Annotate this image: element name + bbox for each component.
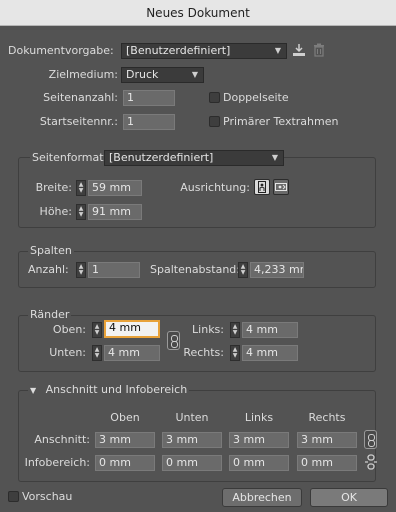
bleed-bottom-input[interactable]: 3 mm: [162, 432, 222, 448]
margin-top-stepper[interactable]: ▲ ▼: [92, 322, 102, 338]
start-page-input[interactable]: 1: [123, 114, 175, 130]
slug-right-input[interactable]: 0 mm: [297, 455, 357, 471]
margin-right-label: Rechts:: [183, 346, 224, 359]
portrait-icon: [258, 181, 266, 193]
trash-icon[interactable]: [313, 43, 325, 57]
bleed-right-input[interactable]: 3 mm: [297, 432, 357, 448]
pages-label: Seitenanzahl:: [43, 91, 118, 104]
margin-bottom-stepper[interactable]: ▲ ▼: [92, 345, 102, 361]
margin-right-input[interactable]: 4 mm: [242, 345, 298, 361]
save-preset-icon[interactable]: [292, 43, 306, 57]
bleed-left-input[interactable]: 3 mm: [229, 432, 289, 448]
slug-bottom-input[interactable]: 0 mm: [162, 455, 222, 471]
bleed-top-input[interactable]: 3 mm: [95, 432, 155, 448]
landscape-orientation-button[interactable]: [273, 179, 289, 195]
window-title: Neues Dokument: [0, 0, 396, 26]
height-stepper[interactable]: ▲ ▼: [76, 204, 86, 220]
margin-left-label: Links:: [192, 323, 224, 336]
margins-title: Ränder: [28, 308, 72, 322]
height-label: Höhe:: [39, 205, 72, 218]
column-count-stepper[interactable]: ▲ ▼: [76, 262, 86, 278]
bleed-col-bottom: Unten: [175, 411, 209, 424]
gutter-stepper[interactable]: ▲ ▼: [238, 262, 248, 278]
preset-label: Dokumentvorgabe:: [8, 44, 114, 57]
bleed-col-right: Rechts: [308, 411, 346, 424]
chevron-down-icon: ▼: [274, 46, 281, 55]
width-input[interactable]: 59 mm: [88, 180, 142, 196]
ok-button[interactable]: OK: [310, 488, 388, 507]
height-input[interactable]: 91 mm: [88, 204, 142, 220]
margin-top-input[interactable]: 4 mm: [104, 320, 160, 338]
intent-dropdown[interactable]: Druck ▼: [121, 67, 204, 83]
columns-title: Spalten: [28, 244, 74, 258]
bleed-slug-title: Anschnitt und Infobereich: [45, 383, 188, 396]
bleed-label: Anschnitt:: [34, 433, 90, 446]
page-size-dropdown[interactable]: [Benutzerdefiniert] ▼: [104, 150, 284, 166]
page-size-label: Seitenformat:: [30, 150, 110, 166]
bleed-col-top: Oben: [110, 411, 140, 424]
pages-input[interactable]: 1: [123, 90, 175, 106]
cancel-button[interactable]: Abbrechen: [222, 488, 302, 507]
intent-label: Zielmedium:: [48, 68, 118, 81]
margin-right-stepper[interactable]: ▲ ▼: [230, 345, 240, 361]
chevron-down-icon: ▼: [191, 70, 198, 79]
bleed-link-icon[interactable]: [364, 430, 377, 449]
dialog-body: Dokumentvorgabe: [Benutzerdefiniert] ▼ Z…: [0, 26, 396, 512]
width-label: Breite:: [35, 181, 72, 194]
margin-left-input[interactable]: 4 mm: [242, 322, 298, 338]
primary-text-frame-label: Primärer Textrahmen: [223, 115, 339, 128]
bleed-slug-disclosure[interactable]: ▼ Anschnitt und Infobereich: [28, 383, 190, 398]
margin-top-label: Oben:: [52, 323, 86, 336]
width-stepper[interactable]: ▲ ▼: [76, 180, 86, 196]
start-page-label: Startseitennr.:: [39, 115, 118, 128]
preset-dropdown[interactable]: [Benutzerdefiniert] ▼: [121, 43, 287, 59]
gutter-label: Spaltenabstand:: [150, 263, 240, 276]
slug-left-input[interactable]: 0 mm: [229, 455, 289, 471]
preset-value: [Benutzerdefiniert]: [126, 44, 231, 57]
landscape-icon: [275, 183, 287, 191]
intent-value: Druck: [126, 68, 159, 81]
slug-unlink-icon[interactable]: [364, 454, 378, 470]
preview-checkbox[interactable]: [8, 491, 19, 502]
column-count-label: Anzahl:: [28, 263, 69, 276]
chevron-down-icon: ▼: [271, 153, 278, 162]
preview-label: Vorschau: [22, 490, 73, 503]
bleed-col-left: Links: [244, 411, 274, 424]
margin-bottom-input[interactable]: 4 mm: [104, 345, 160, 361]
facing-pages-checkbox[interactable]: [209, 92, 220, 103]
slug-top-input[interactable]: 0 mm: [95, 455, 155, 471]
column-count-input[interactable]: 1: [88, 262, 140, 278]
orientation-label: Ausrichtung:: [180, 181, 250, 194]
margin-bottom-label: Unten:: [49, 346, 86, 359]
margins-link-icon[interactable]: [167, 331, 180, 350]
slug-label: Infobereich:: [24, 456, 90, 469]
portrait-orientation-button[interactable]: [254, 179, 270, 195]
triangle-down-icon: ▼: [30, 386, 37, 395]
gutter-input[interactable]: 4,233 mm: [250, 262, 304, 278]
margin-left-stepper[interactable]: ▲ ▼: [230, 322, 240, 338]
page-size-value: [Benutzerdefiniert]: [109, 151, 214, 164]
facing-pages-label: Doppelseite: [223, 91, 289, 104]
primary-text-frame-checkbox[interactable]: [209, 116, 220, 127]
